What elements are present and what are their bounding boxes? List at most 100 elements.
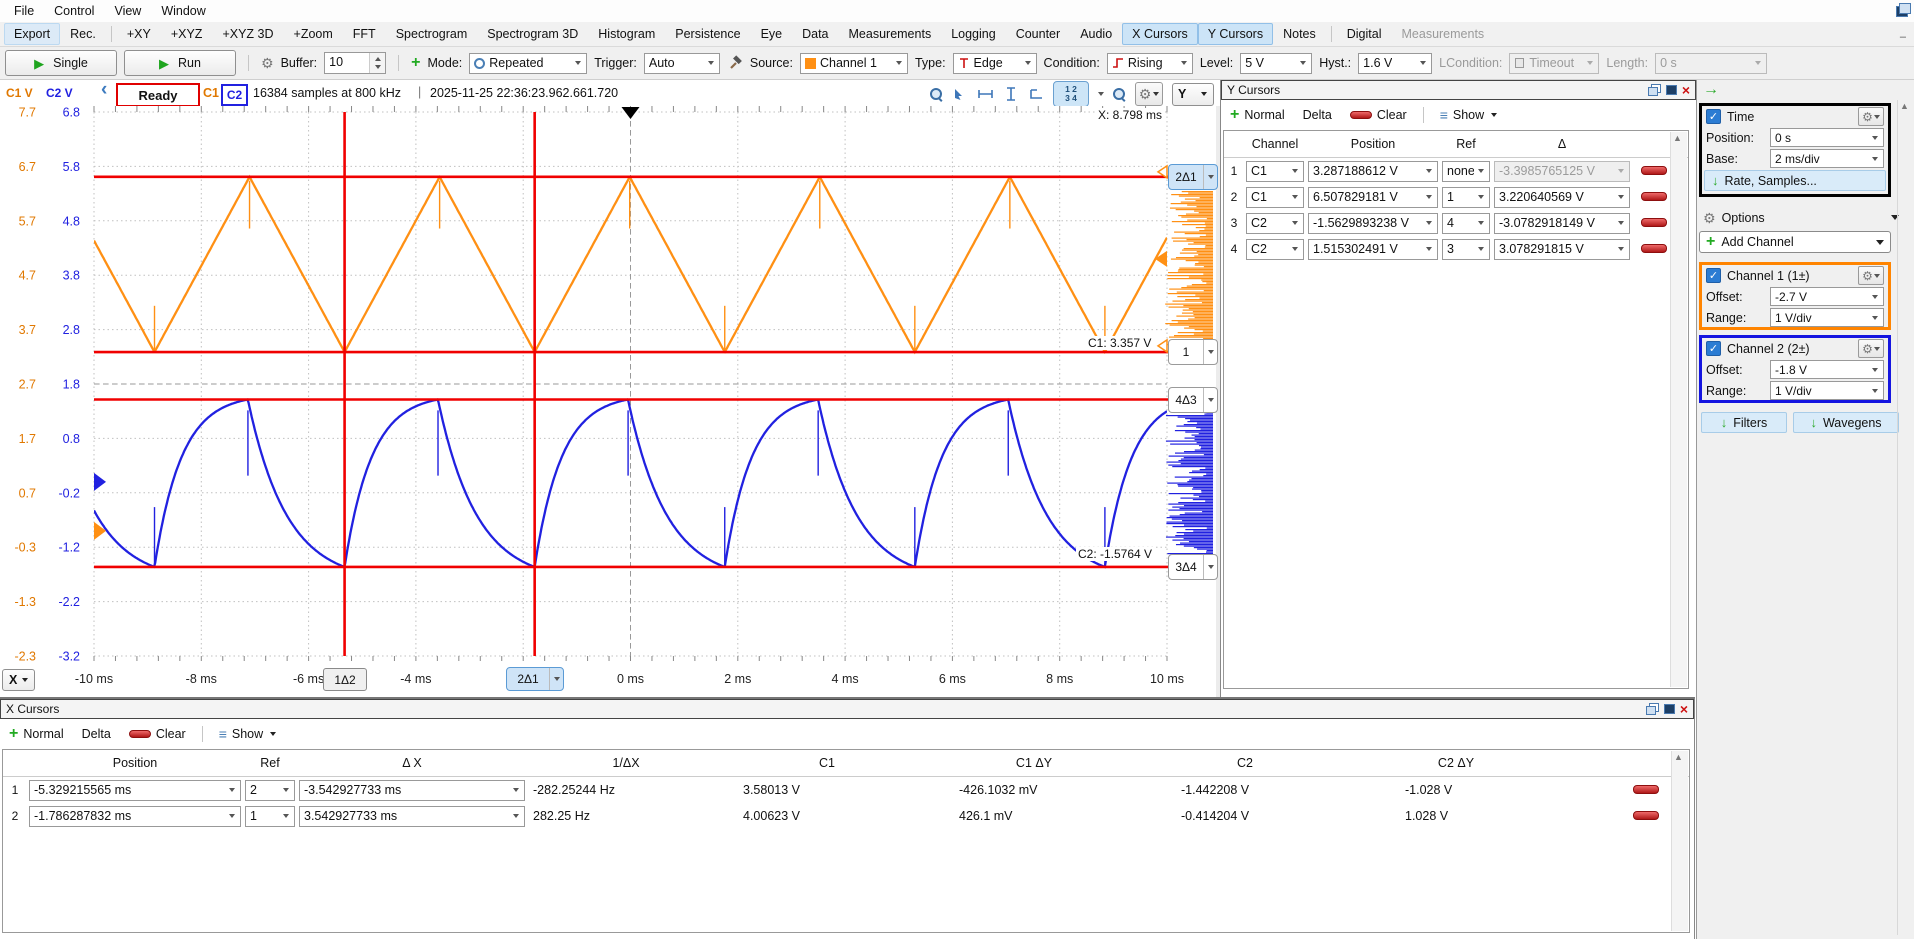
sidebar-scroll-up-icon[interactable]: ▲ [1900,102,1909,111]
tab-audio[interactable]: Audio [1070,23,1122,45]
tab-counter[interactable]: Counter [1006,23,1070,45]
tab-digital[interactable]: Digital [1337,23,1392,45]
maximize-icon[interactable] [1666,85,1677,95]
y-cursor-3-button[interactable]: 3Δ4 [1168,554,1218,580]
add-channel-button[interactable]: +Add Channel [1699,231,1891,253]
spin-up-icon[interactable] [375,57,381,61]
hysteresis-combobox[interactable]: 1.6 V [1358,53,1432,74]
float-window-icon[interactable] [1648,84,1661,96]
type-combobox[interactable]: Edge [953,53,1037,74]
tab--xyz-3d[interactable]: +XYZ 3D [212,23,283,45]
tab-spectrogram[interactable]: Spectrogram [386,23,478,45]
show-options-button[interactable]: ≡Show [1433,105,1505,125]
tab-notes[interactable]: Notes [1273,23,1326,45]
channel2-offset-combobox[interactable]: -1.8 V [1770,360,1884,379]
value-combobox[interactable]: -5.329215565 ms [29,780,241,801]
sidebar-scrollbar[interactable] [1897,100,1898,935]
time-position-combobox[interactable]: 0 s [1770,128,1884,147]
y-table-scrollbar[interactable]: ▲ [1670,132,1687,687]
wavegens-button[interactable]: ↓Wavegens [1793,412,1899,433]
run-button[interactable]: ▶Run [124,50,236,76]
tab--xy[interactable]: +XY [117,23,161,45]
zoom-1-icon[interactable] [930,88,943,101]
remove-cursor-button[interactable] [1633,785,1659,794]
channel2-checkbox[interactable]: ✓ [1706,341,1721,356]
y-cursor-1-button[interactable]: 1 [1168,339,1218,365]
value-combobox[interactable]: -3.0782918149 V [1494,213,1630,234]
filters-button[interactable]: ↓Filters [1701,412,1787,433]
source-combobox[interactable]: Channel 1 [800,53,908,74]
channel1-range-combobox[interactable]: 1 V/div [1770,308,1884,327]
tab-fft[interactable]: FFT [343,23,386,45]
tab-data[interactable]: Data [792,23,838,45]
menu-view[interactable]: View [104,2,151,20]
condition-combobox[interactable]: Rising [1107,53,1193,74]
x-cursor-1-button[interactable]: 1Δ2 [323,668,367,691]
tab-persistence[interactable]: Persistence [665,23,750,45]
options-row[interactable]: ⚙Options [1699,207,1903,228]
tab-histogram[interactable]: Histogram [588,23,665,45]
spinner-arrows[interactable] [369,53,385,73]
mode-combobox[interactable]: Repeated [469,53,587,74]
single-button[interactable]: ▶Single [5,50,117,76]
menu-file[interactable]: File [4,2,44,20]
time-settings-button[interactable]: ⚙ [1858,107,1884,126]
tab-rec-[interactable]: Rec. [60,23,106,45]
zoom-options-icon[interactable] [1113,88,1126,101]
x-axis-button[interactable]: X [2,669,35,691]
x-cursor-2-button[interactable]: 2Δ1 [506,667,564,691]
cascade-windows-icon[interactable] [1896,3,1911,17]
menu-window[interactable]: Window [151,2,215,20]
corner-measure-icon[interactable] [1028,86,1044,102]
add-delta-cursor-button[interactable]: Delta [75,724,118,744]
show-options-button[interactable]: ≡Show [212,724,284,744]
channel2-range-combobox[interactable]: 1 V/div [1770,381,1884,400]
tab--zoom[interactable]: +Zoom [284,23,343,45]
channel2-settings-button[interactable]: ⚙ [1858,339,1884,358]
plot-settings-button[interactable]: ⚙ [1135,82,1163,106]
collapse-right-icon[interactable]: → [1703,82,1719,98]
channel1-checkbox[interactable]: ✓ [1706,268,1721,283]
value-combobox[interactable]: C1 [1246,161,1304,182]
value-combobox[interactable]: -1.5629893238 V [1308,213,1438,234]
value-combobox[interactable]: 3.542927733 ms [299,806,525,827]
value-combobox[interactable]: 3 [1442,239,1490,260]
value-combobox[interactable]: 3.078291815 V [1494,239,1630,260]
tab-y-cursors[interactable]: Y Cursors [1198,23,1273,45]
level-combobox[interactable]: 5 V [1240,53,1312,74]
tab-x-cursors[interactable]: X Cursors [1122,23,1198,45]
clear-cursors-button[interactable]: Clear [122,724,193,744]
buffer-gear-icon[interactable]: ⚙ [261,56,274,70]
close-icon[interactable]: × [1680,702,1688,716]
y-axis-button[interactable]: Y [1172,83,1214,106]
remove-cursor-button[interactable] [1633,811,1659,820]
trigger-setup-hammer-icon[interactable] [727,55,743,71]
remove-cursor-button[interactable] [1641,166,1667,175]
value-combobox[interactable]: C2 [1246,239,1304,260]
remove-cursor-button[interactable] [1641,218,1667,227]
spin-down-icon[interactable] [375,65,381,69]
tab-eye[interactable]: Eye [751,23,793,45]
scroll-up-icon[interactable]: ▲ [1674,753,1683,762]
x-table-scrollbar[interactable]: ▲ [1671,751,1688,931]
buffer-spinner[interactable]: 10 [324,52,386,74]
x-cursors-titlebar[interactable]: X Cursors × [0,699,1694,719]
maximize-icon[interactable] [1664,704,1675,714]
c2-tag[interactable]: C2 [221,84,248,106]
quad-view-button[interactable]: 1 23 4 [1053,81,1089,107]
menu-control[interactable]: Control [44,2,104,20]
add-delta-cursor-button[interactable]: Delta [1296,105,1339,125]
tab-logging[interactable]: Logging [941,23,1006,45]
value-combobox[interactable]: -3.542927733 ms [299,780,525,801]
c1-tag[interactable]: C1 [203,86,219,100]
value-combobox[interactable]: C1 [1246,187,1304,208]
channel1-settings-button[interactable]: ⚙ [1858,266,1884,285]
remove-cursor-button[interactable] [1641,244,1667,253]
float-window-icon[interactable] [1646,703,1659,715]
tab-measurements[interactable]: Measurements [839,23,942,45]
add-normal-cursor-button[interactable]: +Normal [2,724,71,744]
tab-spectrogram-3d[interactable]: Spectrogram 3D [477,23,588,45]
value-combobox[interactable]: 6.507829181 V [1308,187,1438,208]
value-combobox[interactable]: 1 [245,806,295,827]
time-base-combobox[interactable]: 2 ms/div [1770,149,1884,168]
